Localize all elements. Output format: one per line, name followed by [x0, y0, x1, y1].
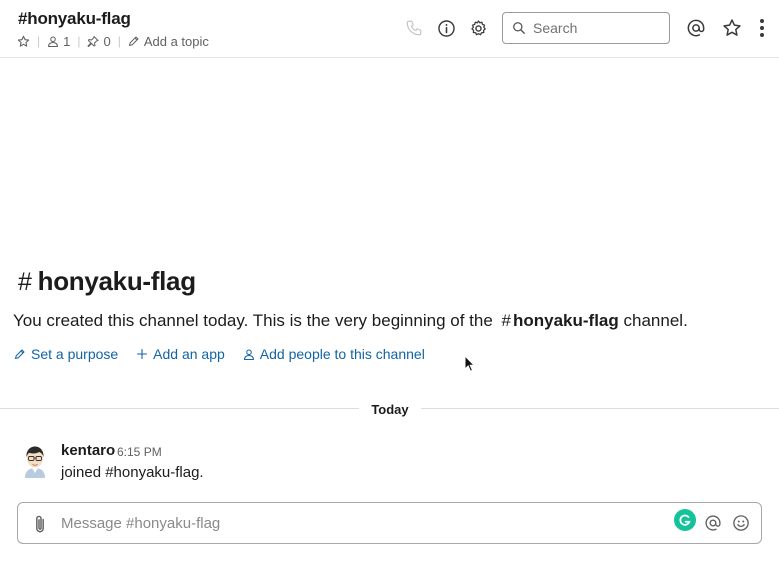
emoji-button[interactable] [731, 513, 751, 533]
paperclip-icon [36, 515, 44, 533]
intro-channel-hash: # [501, 311, 511, 330]
message-timestamp[interactable]: 6:15 PM [117, 445, 162, 459]
avatar[interactable] [21, 444, 49, 478]
member-count-button[interactable]: 1 [47, 34, 70, 49]
pencil-icon [15, 349, 25, 359]
channel-intro-actions: Set a purpose Add an app Add people to t… [14, 346, 443, 362]
plus-icon [137, 348, 148, 360]
person-icon [48, 36, 59, 47]
message-input[interactable] [61, 503, 661, 543]
add-people-button[interactable]: Add people to this channel [243, 346, 425, 362]
day-divider-label: Today [359, 401, 421, 419]
call-button[interactable] [403, 17, 425, 39]
starred-items-button[interactable] [721, 17, 743, 39]
star-channel-button[interactable] [17, 35, 30, 48]
channel-intro-name: honyaku-flag [37, 266, 197, 296]
intro-text-after: channel. [623, 311, 688, 330]
meta-separator: | [37, 34, 41, 48]
mentions-button[interactable] [685, 17, 707, 39]
intro-channel-name: honyaku-flag [512, 311, 619, 330]
set-purpose-button[interactable]: Set a purpose [14, 346, 118, 362]
search-icon [513, 22, 525, 34]
add-app-button[interactable]: Add an app [136, 346, 225, 362]
pencil-icon [128, 36, 139, 46]
search-placeholder: Search [533, 20, 578, 36]
mouse-cursor-icon [464, 355, 476, 372]
meta-separator: | [77, 34, 81, 48]
search-box[interactable]: Search [502, 12, 670, 44]
message-author[interactable]: kentaro [61, 442, 115, 459]
grammarly-icon[interactable] [674, 509, 696, 531]
channel-intro-title: # honyaku-flag [18, 266, 196, 297]
at-icon [705, 515, 721, 531]
emoji-icon [733, 515, 749, 531]
add-app-label: Add an app [153, 346, 225, 362]
add-topic-button[interactable]: Add a topic [128, 34, 209, 49]
gear-icon [470, 19, 486, 35]
pinned-count-button[interactable]: 0 [87, 33, 111, 49]
mention-button[interactable] [703, 513, 723, 533]
add-people-label: Add people to this channel [259, 346, 425, 362]
attach-file-button[interactable] [30, 513, 50, 535]
set-purpose-label: Set a purpose [31, 346, 119, 362]
channel-meta: | 1 | 0 | Add a topic [17, 33, 209, 49]
hash-symbol: # [18, 268, 32, 296]
channel-settings-button[interactable] [467, 17, 489, 39]
person-icon [243, 349, 254, 360]
more-options-button[interactable] [751, 17, 773, 39]
channel-header: #honyaku-flag | 1 | 0 | Add a topic Sear… [0, 0, 779, 58]
star-icon [17, 35, 30, 47]
phone-icon [406, 20, 422, 36]
message-composer [17, 502, 762, 544]
add-topic-label: Add a topic [143, 33, 209, 49]
channel-title[interactable]: #honyaku-flag [18, 9, 131, 29]
more-vertical-icon [760, 19, 764, 37]
pinned-count: 0 [103, 33, 111, 49]
channel-details-button[interactable] [435, 17, 457, 39]
message-text: joined #honyaku-flag. [61, 464, 204, 481]
meta-separator: | [117, 34, 121, 48]
intro-text-before: You created this channel today. This is … [13, 311, 493, 330]
intro-channel-link[interactable]: # honyaku-flag [502, 311, 619, 330]
info-icon [437, 19, 455, 37]
channel-intro-text: You created this channel today. This is … [13, 311, 688, 331]
at-icon [687, 19, 705, 37]
pin-icon [87, 35, 99, 47]
star-icon [723, 19, 741, 36]
member-count: 1 [63, 33, 71, 49]
